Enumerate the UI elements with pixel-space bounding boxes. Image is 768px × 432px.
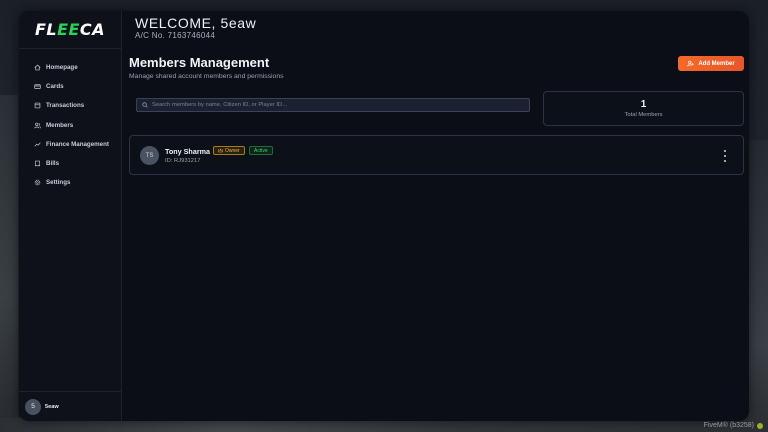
transactions-icon (33, 102, 41, 110)
members-icon (33, 121, 41, 129)
sidebar-item-label: Settings (46, 179, 71, 187)
sidebar-item-settings[interactable]: Settings (19, 173, 121, 192)
sidebar-item-label: Finance Management (46, 140, 109, 148)
logo-area: FLEECA (19, 11, 121, 49)
sidebar-item-cards[interactable]: Cards (19, 77, 121, 96)
search-input[interactable] (152, 102, 522, 108)
user-profile[interactable]: 5 5eaw (19, 391, 121, 421)
welcome-heading: WELCOME, 5eaw (135, 15, 257, 31)
trend-icon (33, 140, 41, 148)
sidebar-item-label: Members (46, 121, 74, 129)
page-title: Members Management (129, 55, 270, 70)
sidebar-nav: Homepage Cards Transactions Members Fina… (19, 58, 121, 192)
fivem-icon (757, 422, 763, 429)
search-bar[interactable] (136, 98, 530, 112)
card-icon (33, 83, 41, 91)
bank-app-window: FLEECA Homepage Cards Transactions Membe… (19, 11, 749, 421)
sidebar: FLEECA Homepage Cards Transactions Membe… (19, 11, 122, 421)
sidebar-item-label: Cards (46, 83, 64, 91)
sidebar-item-bills[interactable]: Bills (19, 154, 121, 173)
member-avatar: TS (140, 146, 159, 165)
game-background-right (748, 140, 768, 432)
total-members-card: 1 Total Members (543, 91, 744, 126)
sidebar-item-label: Transactions (46, 102, 85, 110)
account-number: A/C No. 7163746044 (135, 31, 216, 40)
owner-badge-label: Owner (225, 147, 240, 154)
more-options-icon[interactable] (722, 150, 728, 162)
home-icon (33, 64, 41, 72)
brand-logo: FLEECA (34, 20, 106, 39)
sidebar-item-label: Bills (46, 160, 60, 168)
main-content: WELCOME, 5eaw A/C No. 7163746044 Members… (122, 11, 749, 421)
sidebar-item-members[interactable]: Members (19, 116, 121, 135)
add-member-label: Add Member (698, 60, 735, 67)
member-id: ID: RJ931217 (165, 158, 201, 164)
sidebar-item-label: Homepage (46, 64, 78, 72)
bills-icon (33, 160, 41, 168)
page-subtitle: Manage shared account members and permis… (129, 73, 284, 80)
gear-icon (33, 179, 41, 187)
fivem-overlay: FiveM® (b3258) (704, 422, 763, 429)
avatar: 5 (25, 398, 41, 415)
add-member-button[interactable]: Add Member (678, 56, 744, 71)
crown-icon (218, 148, 223, 153)
sidebar-item-transactions[interactable]: Transactions (19, 96, 121, 115)
search-icon (142, 102, 148, 108)
sidebar-item-homepage[interactable]: Homepage (19, 58, 121, 77)
add-user-icon (687, 60, 694, 67)
fivem-version: FiveM® (b3258) (703, 422, 754, 429)
status-badge: Active (249, 146, 273, 155)
total-members-value: 1 (640, 99, 647, 110)
total-members-label: Total Members (624, 112, 663, 118)
game-background-left (0, 95, 18, 432)
sidebar-item-finance-management[interactable]: Finance Management (19, 135, 121, 154)
user-name: 5eaw (45, 403, 59, 410)
member-row[interactable]: TS Tony Sharma Owner Active ID: RJ931217 (129, 135, 744, 175)
member-name: Tony Sharma (165, 147, 210, 156)
owner-badge: Owner (213, 146, 245, 155)
